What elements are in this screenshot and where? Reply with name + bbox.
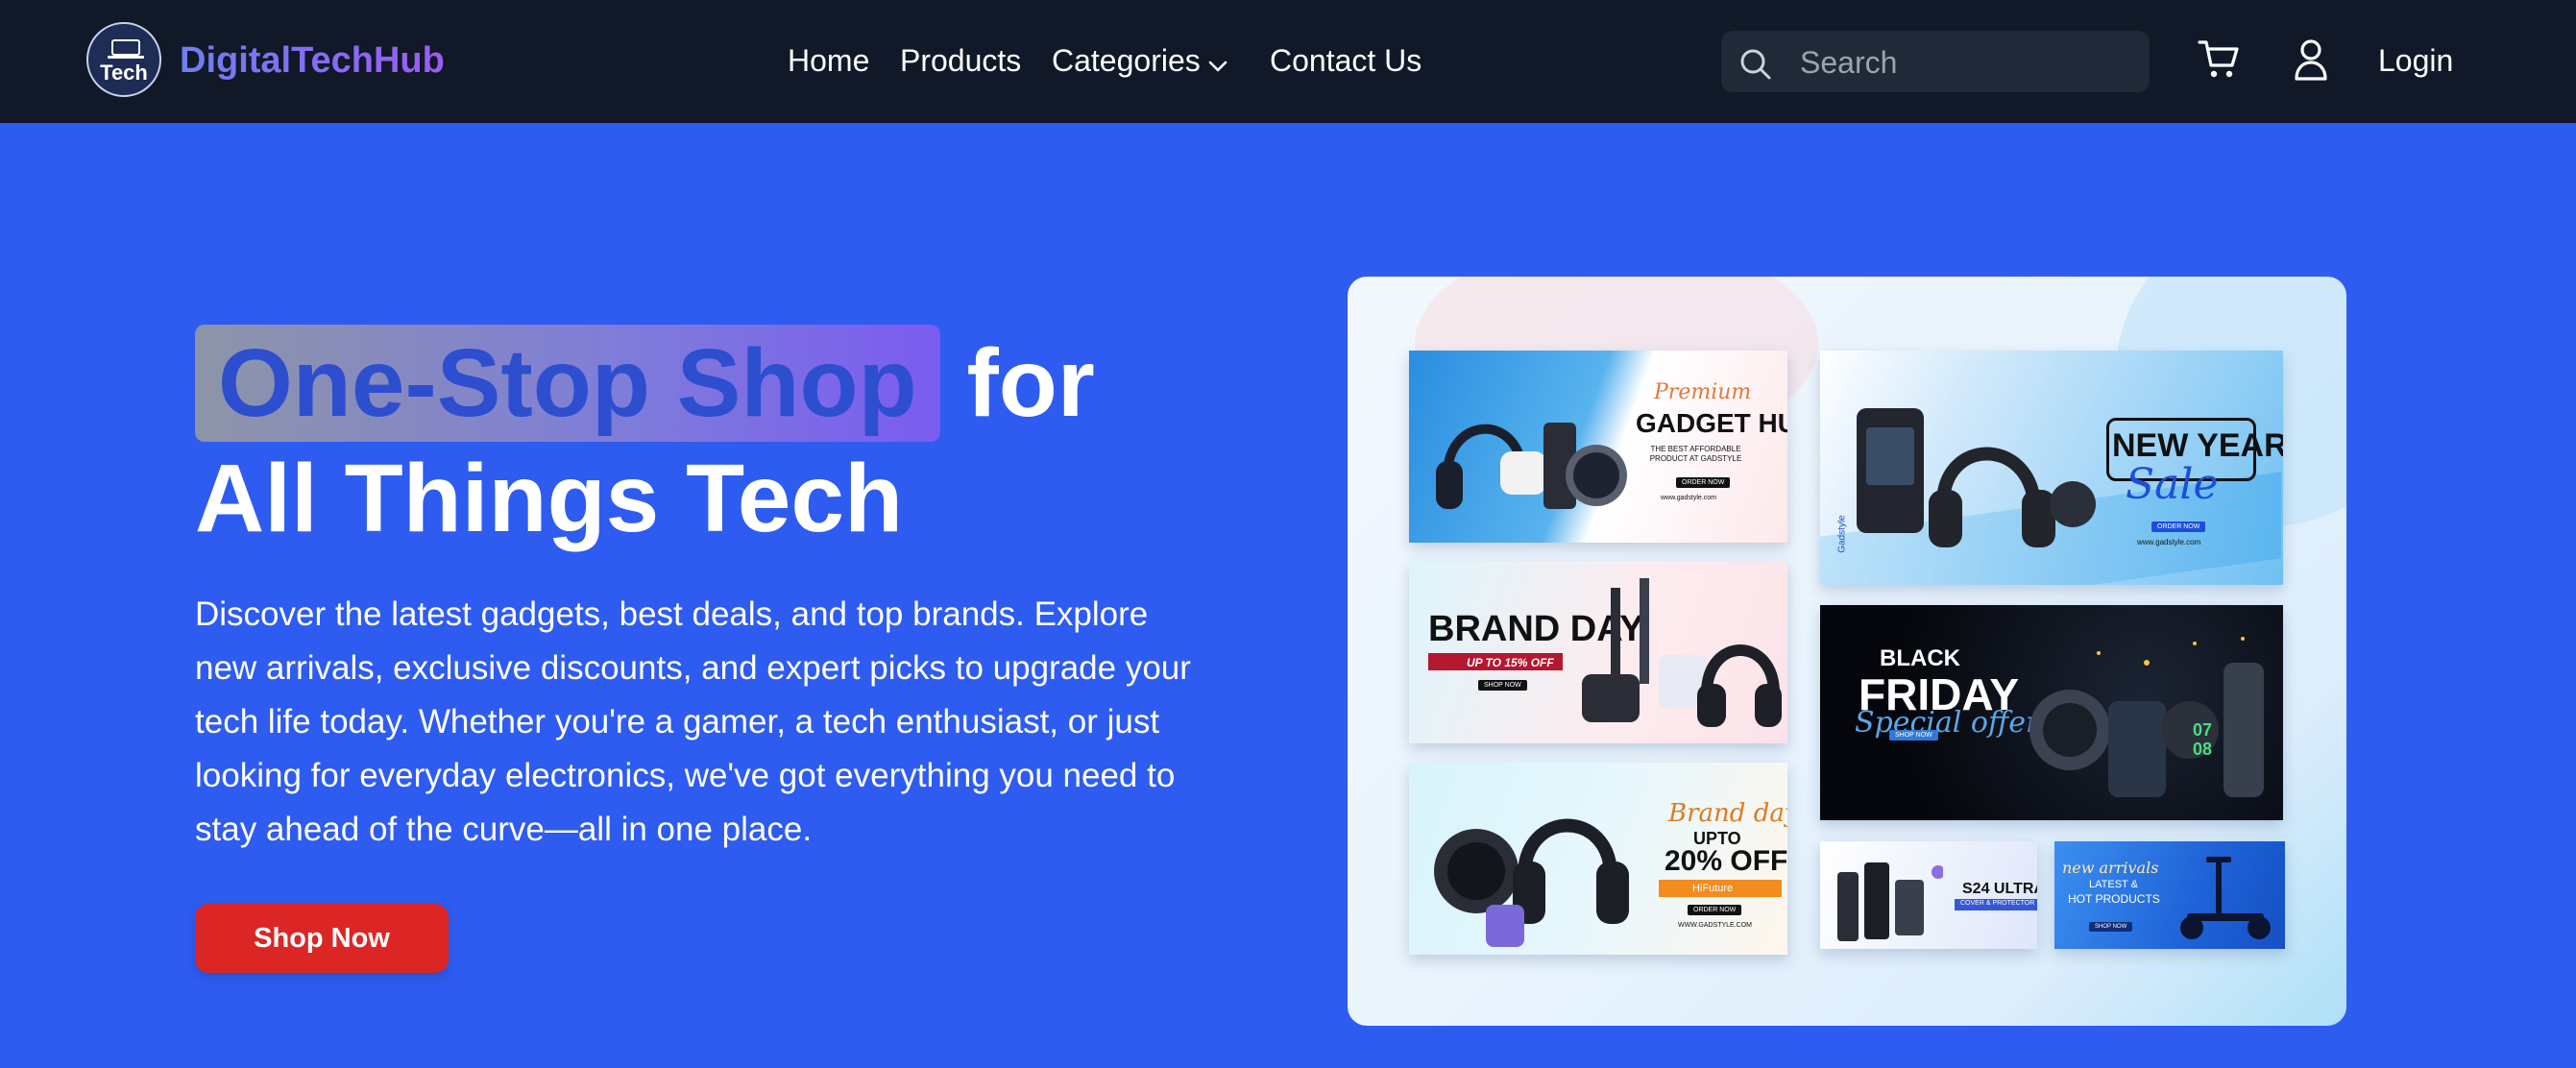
login-link[interactable]: Login bbox=[2378, 41, 2453, 80]
banner-new-year-sale[interactable]: NEW YEAR Sale ORDER NOW www.gadstyle.com… bbox=[1820, 351, 2283, 585]
search-input[interactable] bbox=[1798, 40, 2128, 85]
banner-brand-day[interactable]: BRAND DAY UP TO 15% OFF SHOP NOW bbox=[1409, 561, 1787, 743]
banner-4-line1: BLACK bbox=[1880, 645, 1960, 671]
banner-6-sub: COVER & PROTECTOR bbox=[1960, 900, 2035, 907]
smartwatch-headphones-image bbox=[1434, 818, 1629, 947]
nav-link-home[interactable]: Home bbox=[788, 41, 869, 80]
banner-5-url: WWW.GADSTYLE.COM bbox=[1678, 922, 1752, 929]
product-banner-collage: Premium GADGET HUB THE BEST AFFORDABLE P… bbox=[1348, 277, 2346, 1026]
banner-5-title: 20% OFF bbox=[1665, 845, 1787, 877]
hero-title-line2: All Things Tech bbox=[195, 445, 904, 552]
banner-2-script: Sale bbox=[2126, 460, 2219, 509]
banner-3-sub: UP TO 15% OFF bbox=[1467, 656, 1554, 669]
nav-link-categories-label: Categories bbox=[1052, 43, 1201, 78]
laptop-icon bbox=[108, 39, 144, 59]
nav-link-contact[interactable]: Contact Us bbox=[1270, 41, 1422, 80]
phones-image bbox=[1837, 862, 1943, 941]
power-bank-headphones-image bbox=[1857, 408, 2096, 547]
nav-link-products[interactable]: Products bbox=[900, 41, 1021, 80]
banner-3-button: SHOP NOW bbox=[1478, 680, 1527, 691]
banner-2-button: ORDER NOW bbox=[2151, 522, 2206, 532]
user-icon[interactable] bbox=[2292, 36, 2330, 87]
banner-7-button: SHOP NOW bbox=[2089, 922, 2133, 932]
chevron-down-icon bbox=[1206, 44, 1229, 83]
banner-5-button: ORDER NOW bbox=[1688, 905, 1742, 915]
banner-7-script: new arrivals bbox=[2062, 859, 2159, 877]
cart-icon[interactable] bbox=[2196, 36, 2242, 87]
top-navbar: Tech DigitalTechHub Home Products Catego… bbox=[0, 0, 2576, 123]
hero-title: One-Stop Shop for All Things Tech bbox=[195, 325, 1155, 556]
banner-1-title: GADGET HUB bbox=[1636, 408, 1787, 438]
hero-title-for: for bbox=[966, 329, 1095, 437]
banner-7-line1: LATEST & bbox=[2089, 879, 2138, 890]
chargers-headphones-image bbox=[1582, 578, 1782, 727]
banner-s24-ultra[interactable]: S24 ULTRA COVER & PROTECTOR bbox=[1820, 841, 2037, 949]
banner-2-url: www.gadstyle.com bbox=[2137, 538, 2201, 546]
headphones-watch-image bbox=[1436, 423, 1627, 509]
banner-brand-day-20-off[interactable]: Brand day UPTO 20% OFF HiFuture ORDER NO… bbox=[1409, 763, 1787, 955]
banner-black-friday[interactable]: BLACK FRIDAY Special offer SHOP NOW 07 0… bbox=[1820, 605, 2283, 820]
banner-2-title: NEW YEAR bbox=[2112, 427, 2283, 464]
banner-4-digits2: 08 bbox=[2193, 740, 2213, 759]
banner-2-side: Gadstyle bbox=[1836, 515, 1848, 553]
banner-4-digits: 07 bbox=[2193, 720, 2213, 740]
banner-5-script: Brand day bbox=[1668, 799, 1787, 828]
banner-4-button: SHOP NOW bbox=[1889, 730, 1938, 740]
nav-link-categories[interactable]: Categories bbox=[1052, 41, 1229, 83]
banner-1-button: ORDER NOW bbox=[1676, 477, 1731, 488]
brand-name[interactable]: DigitalTechHub bbox=[180, 38, 445, 83]
gadgets-image bbox=[2029, 637, 2264, 797]
banner-latest-hot-products[interactable]: new arrivals LATEST & HOT PRODUCTS SHOP … bbox=[2054, 841, 2285, 949]
logo-text: Tech bbox=[100, 61, 148, 85]
scooter-image bbox=[2180, 857, 2271, 939]
banner-1-url: www.gadstyle.com bbox=[1661, 495, 1716, 501]
banner-1-sub: THE BEST AFFORDABLE PRODUCT AT GADSTYLE bbox=[1649, 445, 1742, 463]
logo[interactable]: Tech bbox=[86, 22, 161, 97]
search-box[interactable] bbox=[1721, 31, 2150, 92]
banner-1-script: Premium bbox=[1654, 380, 1752, 404]
hero-title-highlight: One-Stop Shop bbox=[195, 325, 940, 442]
shop-now-button[interactable]: Shop Now bbox=[195, 904, 449, 973]
banner-5-sub: HiFuture bbox=[1692, 883, 1734, 894]
search-icon[interactable] bbox=[1737, 45, 1775, 88]
banner-gadget-hub[interactable]: Premium GADGET HUB THE BEST AFFORDABLE P… bbox=[1409, 351, 1787, 543]
banner-6-title: S24 ULTRA bbox=[1962, 881, 2037, 897]
banner-7-title: HOT PRODUCTS bbox=[2068, 892, 2160, 906]
hero-description: Discover the latest gadgets, best deals,… bbox=[195, 595, 1191, 848]
